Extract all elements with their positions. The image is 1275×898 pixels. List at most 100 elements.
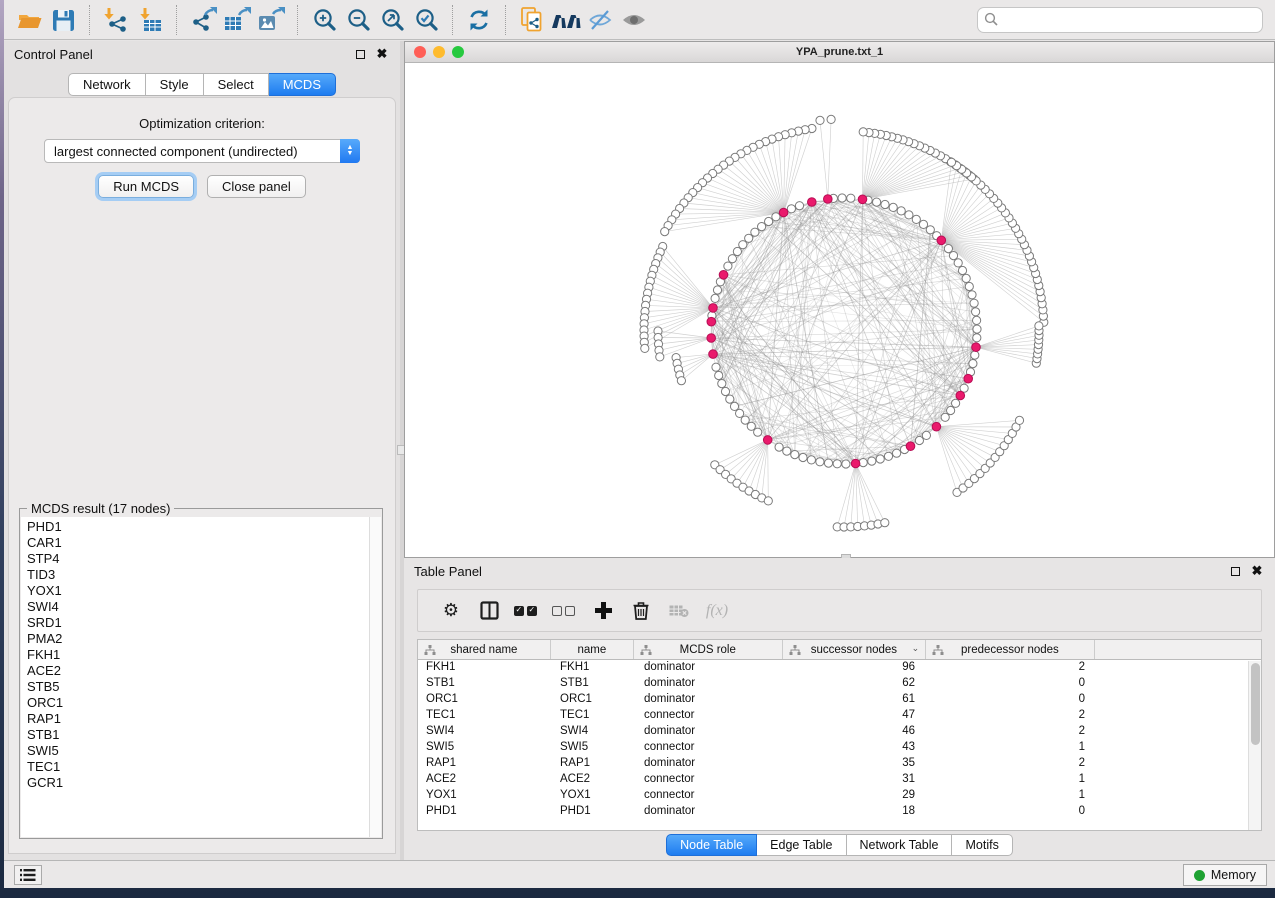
close-panel-icon[interactable]: ✖ — [374, 46, 390, 62]
tab-motifs[interactable]: Motifs — [952, 834, 1012, 856]
export-network-icon[interactable] — [186, 4, 220, 36]
tab-network[interactable]: Network — [68, 73, 146, 96]
column-header-MCDS-role[interactable]: MCDS role — [634, 640, 783, 659]
network-graph[interactable] — [405, 63, 1274, 557]
cell[interactable]: dominator — [636, 804, 786, 820]
table-row[interactable]: ORC1ORC1dominator610 — [418, 692, 1261, 708]
cell[interactable]: FKH1 — [552, 660, 636, 676]
zoom-out-icon[interactable] — [341, 4, 375, 36]
column-header-predecessor-nodes[interactable]: predecessor nodes — [926, 640, 1094, 659]
cell[interactable]: RAP1 — [418, 756, 552, 772]
table-row[interactable]: PHD1PHD1dominator180 — [418, 804, 1261, 820]
cell[interactable]: 18 — [786, 804, 931, 820]
cell[interactable]: SWI4 — [418, 724, 552, 740]
select-all-columns-icon[interactable] — [508, 606, 546, 616]
cell[interactable]: 61 — [786, 692, 931, 708]
network-titlebar[interactable]: YPA_prune.txt_1 — [405, 42, 1274, 63]
cell[interactable]: 2 — [931, 756, 1101, 772]
zoom-selected-icon[interactable] — [409, 4, 443, 36]
cell[interactable]: 96 — [786, 660, 931, 676]
cell[interactable]: SWI4 — [552, 724, 636, 740]
cell[interactable]: YOX1 — [418, 788, 552, 804]
cell[interactable]: connector — [636, 708, 786, 724]
cell[interactable]: TEC1 — [552, 708, 636, 724]
cell[interactable]: 43 — [786, 740, 931, 756]
gear-icon[interactable]: ⚙ — [432, 600, 470, 621]
hide-graphics-details-icon[interactable] — [583, 4, 617, 36]
import-table-icon[interactable] — [133, 4, 167, 36]
cell[interactable]: 2 — [931, 660, 1101, 676]
export-image-icon[interactable] — [254, 4, 288, 36]
result-node-item[interactable]: CAR1 — [27, 535, 369, 551]
table-scrollbar-thumb[interactable] — [1251, 663, 1260, 745]
cell[interactable]: STB1 — [552, 676, 636, 692]
result-node-item[interactable]: TID3 — [27, 567, 369, 583]
maximize-window-icon[interactable] — [452, 46, 464, 58]
result-node-item[interactable]: TEC1 — [27, 759, 369, 775]
cell[interactable]: 35 — [786, 756, 931, 772]
cell[interactable]: ORC1 — [418, 692, 552, 708]
table-scrollbar[interactable] — [1248, 661, 1261, 830]
show-graphics-details-icon[interactable] — [617, 4, 651, 36]
deselect-all-columns-icon[interactable] — [546, 606, 584, 616]
export-table-icon[interactable] — [220, 4, 254, 36]
column-header-successor-nodes[interactable]: successor nodes⌄ — [783, 640, 927, 659]
result-node-item[interactable]: PHD1 — [27, 519, 369, 535]
cell[interactable]: FKH1 — [418, 660, 552, 676]
cell[interactable]: connector — [636, 788, 786, 804]
table-row[interactable]: SWI4SWI4dominator462 — [418, 724, 1261, 740]
result-node-item[interactable]: RAP1 — [27, 711, 369, 727]
tab-network-table[interactable]: Network Table — [847, 834, 953, 856]
close-table-panel-icon[interactable]: ✖ — [1249, 563, 1265, 579]
mcds-result-list[interactable]: PHD1CAR1STP4TID3YOX1SWI4SRD1PMA2FKH1ACE2… — [21, 517, 369, 837]
cell[interactable]: PHD1 — [552, 804, 636, 820]
result-node-item[interactable]: FKH1 — [27, 647, 369, 663]
result-node-item[interactable]: SWI4 — [27, 599, 369, 615]
cell[interactable]: 0 — [931, 676, 1101, 692]
result-list-scrollbar[interactable] — [369, 517, 381, 837]
cell[interactable]: 2 — [931, 708, 1101, 724]
close-window-icon[interactable] — [414, 46, 426, 58]
result-node-item[interactable]: ACE2 — [27, 663, 369, 679]
cell[interactable]: ORC1 — [552, 692, 636, 708]
delete-column-icon[interactable] — [622, 601, 660, 621]
cell[interactable]: dominator — [636, 724, 786, 740]
save-session-icon[interactable] — [46, 4, 80, 36]
cell[interactable]: dominator — [636, 676, 786, 692]
zoom-fit-icon[interactable] — [375, 4, 409, 36]
table-row[interactable]: STB1STB1dominator620 — [418, 676, 1261, 692]
cell[interactable]: 31 — [786, 772, 931, 788]
refresh-view-icon[interactable] — [462, 4, 496, 36]
column-header-name[interactable]: name — [551, 640, 634, 659]
search-input[interactable] — [977, 7, 1263, 33]
table-row[interactable]: YOX1YOX1connector291 — [418, 788, 1261, 804]
cell[interactable]: SWI5 — [552, 740, 636, 756]
network-from-selection-icon[interactable] — [515, 4, 549, 36]
cell[interactable]: dominator — [636, 756, 786, 772]
table-row[interactable]: FKH1FKH1dominator962 — [418, 660, 1261, 676]
table-row[interactable]: TEC1TEC1connector472 — [418, 708, 1261, 724]
close-panel-button[interactable]: Close panel — [207, 175, 306, 198]
run-mcds-button[interactable]: Run MCDS — [98, 175, 194, 198]
result-node-item[interactable]: STP4 — [27, 551, 369, 567]
float-table-panel-icon[interactable] — [1227, 563, 1243, 579]
result-node-item[interactable]: GCR1 — [27, 775, 369, 791]
zoom-in-icon[interactable] — [307, 4, 341, 36]
tab-style[interactable]: Style — [146, 73, 204, 96]
result-node-item[interactable]: YOX1 — [27, 583, 369, 599]
cell[interactable]: RAP1 — [552, 756, 636, 772]
result-node-item[interactable]: STB1 — [27, 727, 369, 743]
result-node-item[interactable]: PMA2 — [27, 631, 369, 647]
minimize-window-icon[interactable] — [433, 46, 445, 58]
cell[interactable]: dominator — [636, 660, 786, 676]
cell[interactable]: STB1 — [418, 676, 552, 692]
cell[interactable]: 1 — [931, 788, 1101, 804]
cell[interactable]: 1 — [931, 772, 1101, 788]
cell[interactable]: 1 — [931, 740, 1101, 756]
cell[interactable]: 2 — [931, 724, 1101, 740]
cell[interactable]: SWI5 — [418, 740, 552, 756]
cell[interactable]: TEC1 — [418, 708, 552, 724]
cell[interactable]: 62 — [786, 676, 931, 692]
cell[interactable]: ACE2 — [552, 772, 636, 788]
cell[interactable]: 29 — [786, 788, 931, 804]
